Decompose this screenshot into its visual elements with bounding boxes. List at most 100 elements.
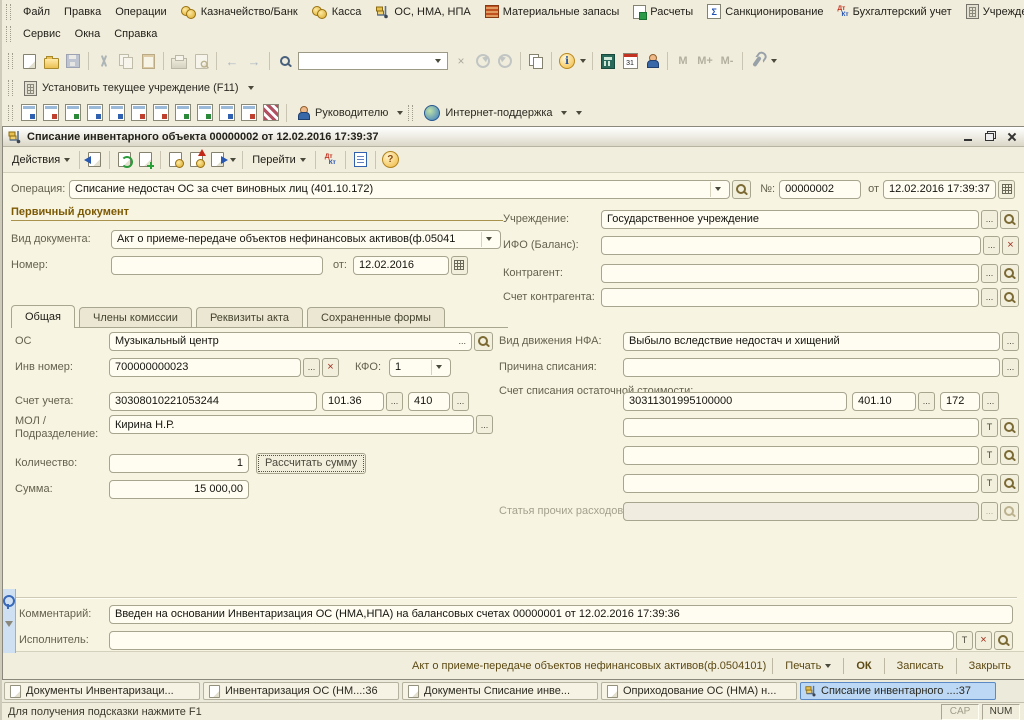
menu-treasury-bank[interactable]: Казначейство/Банк — [174, 3, 305, 21]
mol-field[interactable]: Кирина Н.Р. — [109, 415, 474, 434]
menu-service[interactable]: Сервис — [16, 26, 68, 42]
menu-cash[interactable]: Касса — [305, 3, 369, 21]
report-icon-4[interactable] — [84, 102, 106, 124]
menu-inventory[interactable]: Материальные запасы — [478, 3, 627, 20]
ifo-clear-button[interactable]: × — [1002, 235, 1019, 255]
primary-date-calendar-button[interactable] — [450, 255, 468, 275]
memory-button[interactable]: M — [672, 50, 694, 72]
extra3-search-button[interactable] — [1000, 473, 1019, 493]
writeoff-sub-select-button[interactable]: ... — [982, 391, 999, 411]
tools-dropdown[interactable] — [769, 50, 779, 72]
toolbar-grip[interactable] — [6, 26, 11, 42]
contractor-search-button[interactable] — [1000, 263, 1019, 283]
find-previous-button[interactable] — [494, 50, 516, 72]
info-dropdown[interactable] — [578, 50, 588, 72]
copy-button[interactable] — [115, 50, 137, 72]
writeoff-extra-field-1[interactable] — [623, 417, 979, 437]
manager-dropdown[interactable] — [394, 102, 406, 124]
executor-search-button[interactable] — [994, 630, 1013, 650]
reason-select-button[interactable]: ... — [1002, 357, 1019, 377]
menu-file[interactable]: Файл — [16, 4, 57, 20]
menu-institution[interactable]: Учреждение — [959, 2, 1024, 21]
inv-clear-button[interactable]: × — [322, 357, 339, 377]
calculate-sum-button[interactable]: Рассчитать сумму — [256, 452, 367, 474]
internet-support-dropdown[interactable] — [573, 102, 585, 124]
report-icon-6[interactable] — [128, 102, 150, 124]
find-button[interactable] — [274, 50, 296, 72]
primary-date-field[interactable]: 12.02.2016 — [352, 255, 449, 275]
mol-select-button[interactable]: ... — [476, 415, 493, 434]
docked-panel-strip[interactable] — [3, 589, 16, 653]
report-icon-5[interactable] — [106, 102, 128, 124]
subkonto-select-button[interactable]: ... — [452, 391, 469, 411]
unpost-document-button[interactable] — [186, 149, 207, 170]
account-code-field[interactable]: 30308010221053244 — [109, 391, 317, 411]
undo-button[interactable]: ← — [221, 50, 243, 72]
report-icon-7[interactable] — [150, 102, 172, 124]
close-button-footer[interactable]: Закрыть — [963, 658, 1017, 674]
ok-button[interactable]: ОК — [850, 658, 877, 674]
minimize-button[interactable] — [959, 130, 976, 144]
toolbar-grip[interactable] — [408, 104, 414, 121]
tools-button[interactable] — [747, 50, 769, 72]
os-search-button[interactable] — [474, 331, 493, 351]
redo-button[interactable]: → — [243, 50, 265, 72]
account-field[interactable]: 101.36 — [322, 391, 384, 411]
toolbar-grip[interactable] — [8, 104, 13, 121]
writeoff-extra-field-3[interactable] — [623, 473, 979, 493]
ifo-field[interactable] — [601, 235, 981, 255]
clear-search-button[interactable]: × — [450, 50, 472, 72]
subkonto-field[interactable]: 410 — [408, 391, 450, 411]
toolbar-grip[interactable] — [8, 53, 13, 69]
menu-settlements[interactable]: Расчеты — [626, 3, 700, 21]
kfo-dropdown[interactable] — [431, 359, 445, 375]
goto-menu-button[interactable]: Перейти — [247, 152, 311, 168]
create-on-basis-button[interactable] — [84, 149, 105, 170]
set-institution-dropdown[interactable] — [245, 77, 257, 99]
executor-clear-button[interactable]: × — [975, 630, 992, 650]
help-button[interactable]: ? — [380, 149, 401, 170]
movement-select-button[interactable]: ... — [1002, 331, 1019, 351]
refresh-document-button[interactable] — [114, 149, 135, 170]
reason-field[interactable] — [623, 357, 1000, 377]
comment-field[interactable]: Введен на основании Инвентаризация ОС (Н… — [109, 604, 1013, 624]
actions-menu-button[interactable]: Действия — [7, 152, 75, 168]
extra1-type-button[interactable]: T — [981, 417, 998, 437]
find-next-button[interactable] — [472, 50, 494, 72]
primary-number-field[interactable] — [111, 255, 323, 275]
institution-search-button[interactable] — [1000, 209, 1019, 229]
institution-select-button[interactable]: ... — [981, 209, 998, 229]
writeoff-extra-field-2[interactable] — [623, 445, 979, 465]
report-icon-8[interactable] — [172, 102, 194, 124]
operation-dropdown[interactable] — [710, 181, 724, 197]
account-select-button[interactable]: ... — [386, 391, 403, 411]
cut-button[interactable] — [93, 50, 115, 72]
report-icon-3[interactable] — [62, 102, 84, 124]
sum-field[interactable]: 15 000,00 — [109, 479, 249, 499]
inv-select-button[interactable]: ... — [303, 357, 320, 377]
calculator-button[interactable] — [597, 50, 619, 72]
date-calendar-button[interactable] — [998, 179, 1015, 199]
writeoff-code-field[interactable]: 30311301995100000 — [623, 391, 847, 411]
taskbar-item-2[interactable]: Инвентаризация ОС (НМ...:36 — [203, 682, 399, 700]
os-field[interactable]: Музыкальный центр... — [109, 331, 472, 351]
menu-windows[interactable]: Окна — [68, 26, 108, 42]
internet-support-button[interactable]: Интернет-поддержка — [418, 104, 572, 122]
operation-field[interactable]: Списание недостач ОС за счет виновных ли… — [69, 179, 731, 199]
contractor-field[interactable] — [601, 263, 979, 283]
save-button[interactable] — [62, 50, 84, 72]
menu-help[interactable]: Справка — [107, 26, 164, 42]
taskbar-item-3[interactable]: Документы Списание инве... — [402, 682, 598, 700]
report-icon-2[interactable] — [40, 102, 62, 124]
taskbar-item-5-active[interactable]: Списание инвентарного ...:37 — [800, 682, 996, 700]
tab-act-details[interactable]: Реквизиты акта — [195, 307, 303, 327]
movements-dropdown[interactable] — [228, 149, 238, 170]
contractor-select-button[interactable]: ... — [981, 263, 998, 283]
doctype-dropdown[interactable] — [481, 231, 495, 247]
inv-number-field[interactable]: 700000000023 — [109, 357, 301, 377]
user-settings-button[interactable] — [641, 50, 663, 72]
menu-edit[interactable]: Правка — [57, 4, 108, 20]
document-number-field[interactable]: 00000002 — [779, 179, 862, 199]
restore-button[interactable] — [981, 130, 998, 144]
contractor-account-select-button[interactable]: ... — [981, 287, 998, 307]
